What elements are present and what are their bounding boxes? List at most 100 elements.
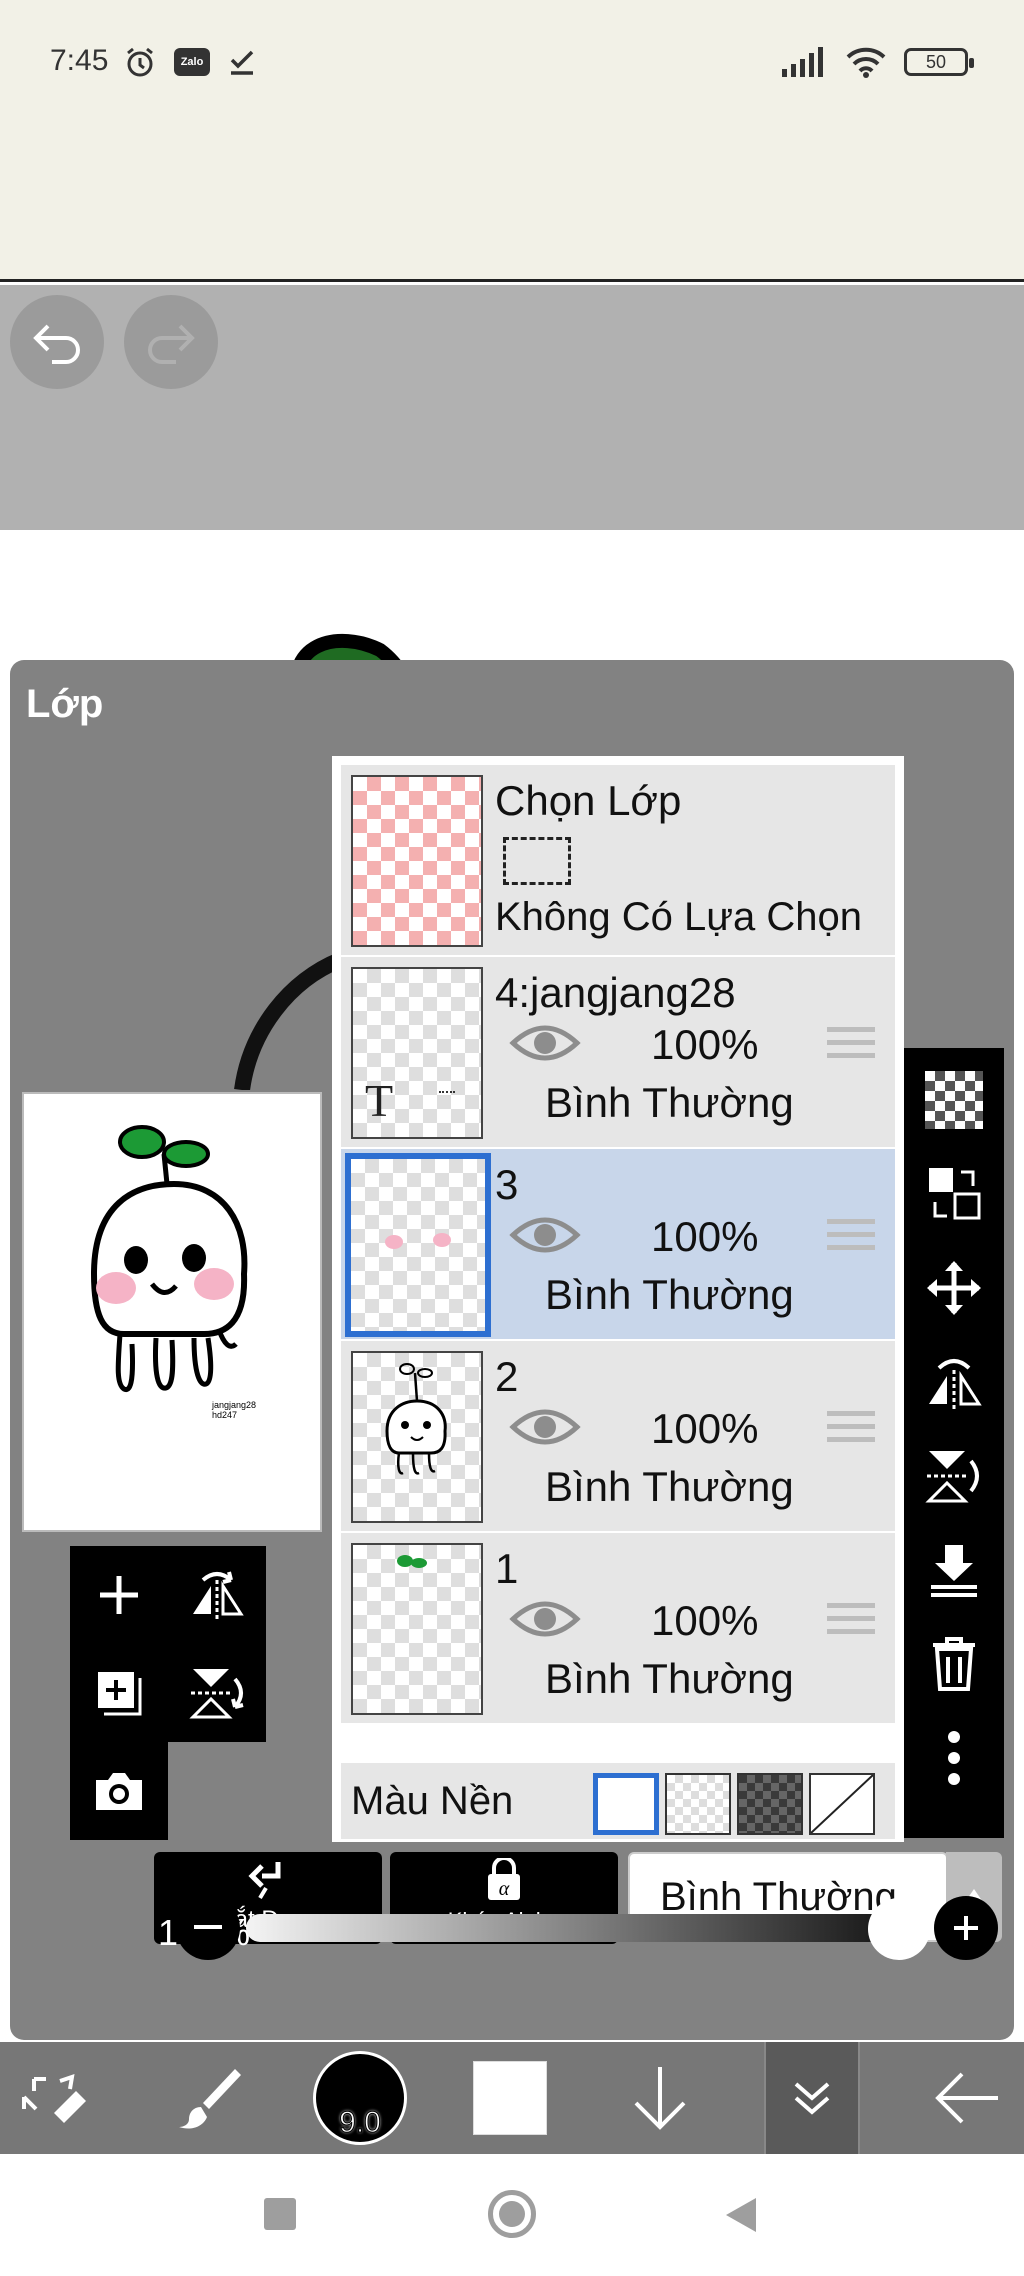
- more-vertical-icon: [948, 1731, 960, 1785]
- flip-horizontal-icon: [193, 1571, 244, 1620]
- swap-layer-button[interactable]: [920, 1160, 988, 1228]
- visibility-eye-icon[interactable]: [509, 1403, 581, 1451]
- checker-icon: [925, 1071, 983, 1129]
- layer-row[interactable]: T 4:jangjang28 100% Bình Thường: [341, 957, 895, 1147]
- add-copy-layer-button[interactable]: [70, 1644, 168, 1742]
- layer-thumbnail: [351, 1351, 483, 1523]
- transparency-button[interactable]: [920, 1066, 988, 1134]
- drag-handle-icon[interactable]: [827, 1411, 875, 1445]
- panel-title: Lớp: [26, 682, 104, 726]
- layer-panel: Lớp jangjang28 hd247 Chọn Lớp Không Có L…: [10, 660, 1014, 2040]
- layer-blend-mode: Bình Thường: [545, 1271, 794, 1318]
- system-nav-bar: [0, 2154, 1024, 2276]
- camera-icon: [96, 1773, 142, 1810]
- opacity-increase-button[interactable]: [934, 1896, 998, 1960]
- bg-swatch-white[interactable]: [593, 1773, 659, 1835]
- layer-name: 1: [495, 1545, 519, 1592]
- transform-icon: [22, 2074, 86, 2123]
- layer-tools: [70, 1546, 266, 1840]
- minus-icon: [194, 1925, 222, 1929]
- drag-handle-icon[interactable]: [827, 1219, 875, 1253]
- blush-mark: [385, 1235, 403, 1249]
- canvas-preview: jangjang28 hd247: [22, 1092, 322, 1532]
- plus-icon: [954, 1916, 978, 1940]
- status-time: 7:45: [50, 44, 109, 77]
- recents-button[interactable]: [264, 2198, 296, 2230]
- opacity-slider-thumb[interactable]: [868, 1898, 930, 1960]
- bg-swatch-dark-checker[interactable]: [737, 1773, 803, 1835]
- undo-button[interactable]: [10, 295, 104, 389]
- layer-blend-mode: Bình Thường: [545, 1463, 794, 1510]
- brush-size-value: 9.0: [339, 2106, 382, 2140]
- visibility-eye-icon[interactable]: [509, 1595, 581, 1643]
- layer-thumbnail: T: [351, 967, 483, 1139]
- layer-opacity: 100%: [651, 1597, 759, 1644]
- camera-button[interactable]: [70, 1742, 168, 1840]
- undo-redo-bar: [0, 285, 1024, 530]
- visibility-eye-icon[interactable]: [509, 1211, 581, 1259]
- arrow-left-icon: [935, 2072, 998, 2124]
- selection-layer-title: Chọn Lớp: [495, 777, 682, 824]
- color-button[interactable]: [470, 2042, 550, 2154]
- flip-h-side-button[interactable]: [920, 1348, 988, 1416]
- add-layer-button[interactable]: [70, 1546, 168, 1644]
- brush-size-button[interactable]: 9.0: [310, 2042, 410, 2154]
- battery-level: 50: [925, 52, 947, 72]
- delete-layer-button[interactable]: [920, 1630, 988, 1698]
- home-inner-dot: [499, 2201, 525, 2227]
- flip-vertical-button[interactable]: [168, 1644, 266, 1742]
- selection-layer-status: Không Có Lựa Chọn: [495, 895, 863, 939]
- drag-handle-icon[interactable]: [827, 1603, 875, 1637]
- layer-down-button[interactable]: [620, 2042, 700, 2154]
- back-button[interactable]: [922, 2042, 1012, 2154]
- more-options-button[interactable]: [920, 1724, 988, 1792]
- bg-swatch-none[interactable]: [809, 1773, 875, 1835]
- redo-button[interactable]: [124, 295, 218, 389]
- brush-tool-button[interactable]: [160, 2042, 260, 2154]
- home-button[interactable]: [488, 2190, 536, 2238]
- layer-opacity: 100%: [651, 1213, 759, 1260]
- move-button[interactable]: [920, 1254, 988, 1322]
- trash-icon: [933, 1637, 975, 1691]
- tiny-text-mark: [439, 1091, 455, 1097]
- current-color-swatch: [473, 2061, 547, 2135]
- merge-down-button[interactable]: [920, 1536, 988, 1604]
- layer-row-selected[interactable]: 3 100% Bình Thường: [341, 1149, 895, 1339]
- opacity-decrease-button[interactable]: [176, 1896, 240, 1960]
- redo-icon: [148, 324, 195, 364]
- drag-handle-icon[interactable]: [827, 1027, 875, 1061]
- selection-layer-row[interactable]: Chọn Lớp Không Có Lựa Chọn: [341, 765, 895, 955]
- transform-tool-button[interactable]: [10, 2042, 100, 2154]
- notification-icons: Zalo: [122, 44, 258, 80]
- layers-toggle-button[interactable]: [764, 2042, 860, 2154]
- bottom-toolbar: 9.0: [0, 2042, 1024, 2154]
- layer-opacity: 100%: [651, 1021, 759, 1068]
- battery-icon: 50: [904, 48, 974, 76]
- move-icon: [927, 1261, 981, 1315]
- visibility-eye-icon[interactable]: [509, 1019, 581, 1067]
- brush-size-circle: 9.0: [313, 2051, 407, 2145]
- flip-v-side-button[interactable]: [920, 1442, 988, 1510]
- flip-horizontal-button[interactable]: [168, 1546, 266, 1644]
- layer-name: 4:jangjang28: [495, 969, 736, 1016]
- layer-row[interactable]: 1 100% Bình Thường: [341, 1533, 895, 1723]
- arrow-down-icon: [634, 2067, 686, 2130]
- chevrons-down-icon: [794, 2082, 830, 2115]
- opacity-slider[interactable]: [246, 1914, 906, 1942]
- alarm-icon: [127, 47, 153, 77]
- bg-swatch-transparent[interactable]: [665, 1773, 731, 1835]
- preview-text-2: hd247: [212, 1410, 237, 1420]
- layer-blend-mode: Bình Thường: [545, 1655, 794, 1702]
- wifi-icon: [846, 47, 886, 78]
- layer-side-toolbar: [904, 1048, 1004, 1838]
- brush-icon: [179, 2069, 241, 2129]
- leaf-thumb: [397, 1555, 427, 1568]
- layer-thumbnail: [351, 1543, 483, 1715]
- text-layer-letter: T: [365, 1075, 394, 1126]
- layer-row[interactable]: 2 100% Bình Thường: [341, 1341, 895, 1531]
- flip-vertical-icon: [189, 1669, 244, 1719]
- flip-vertical-icon: [925, 1451, 979, 1503]
- svg-text:α: α: [499, 1878, 510, 1900]
- back-triangle-icon[interactable]: [724, 2196, 758, 2234]
- zalo-label: Zalo: [180, 56, 204, 68]
